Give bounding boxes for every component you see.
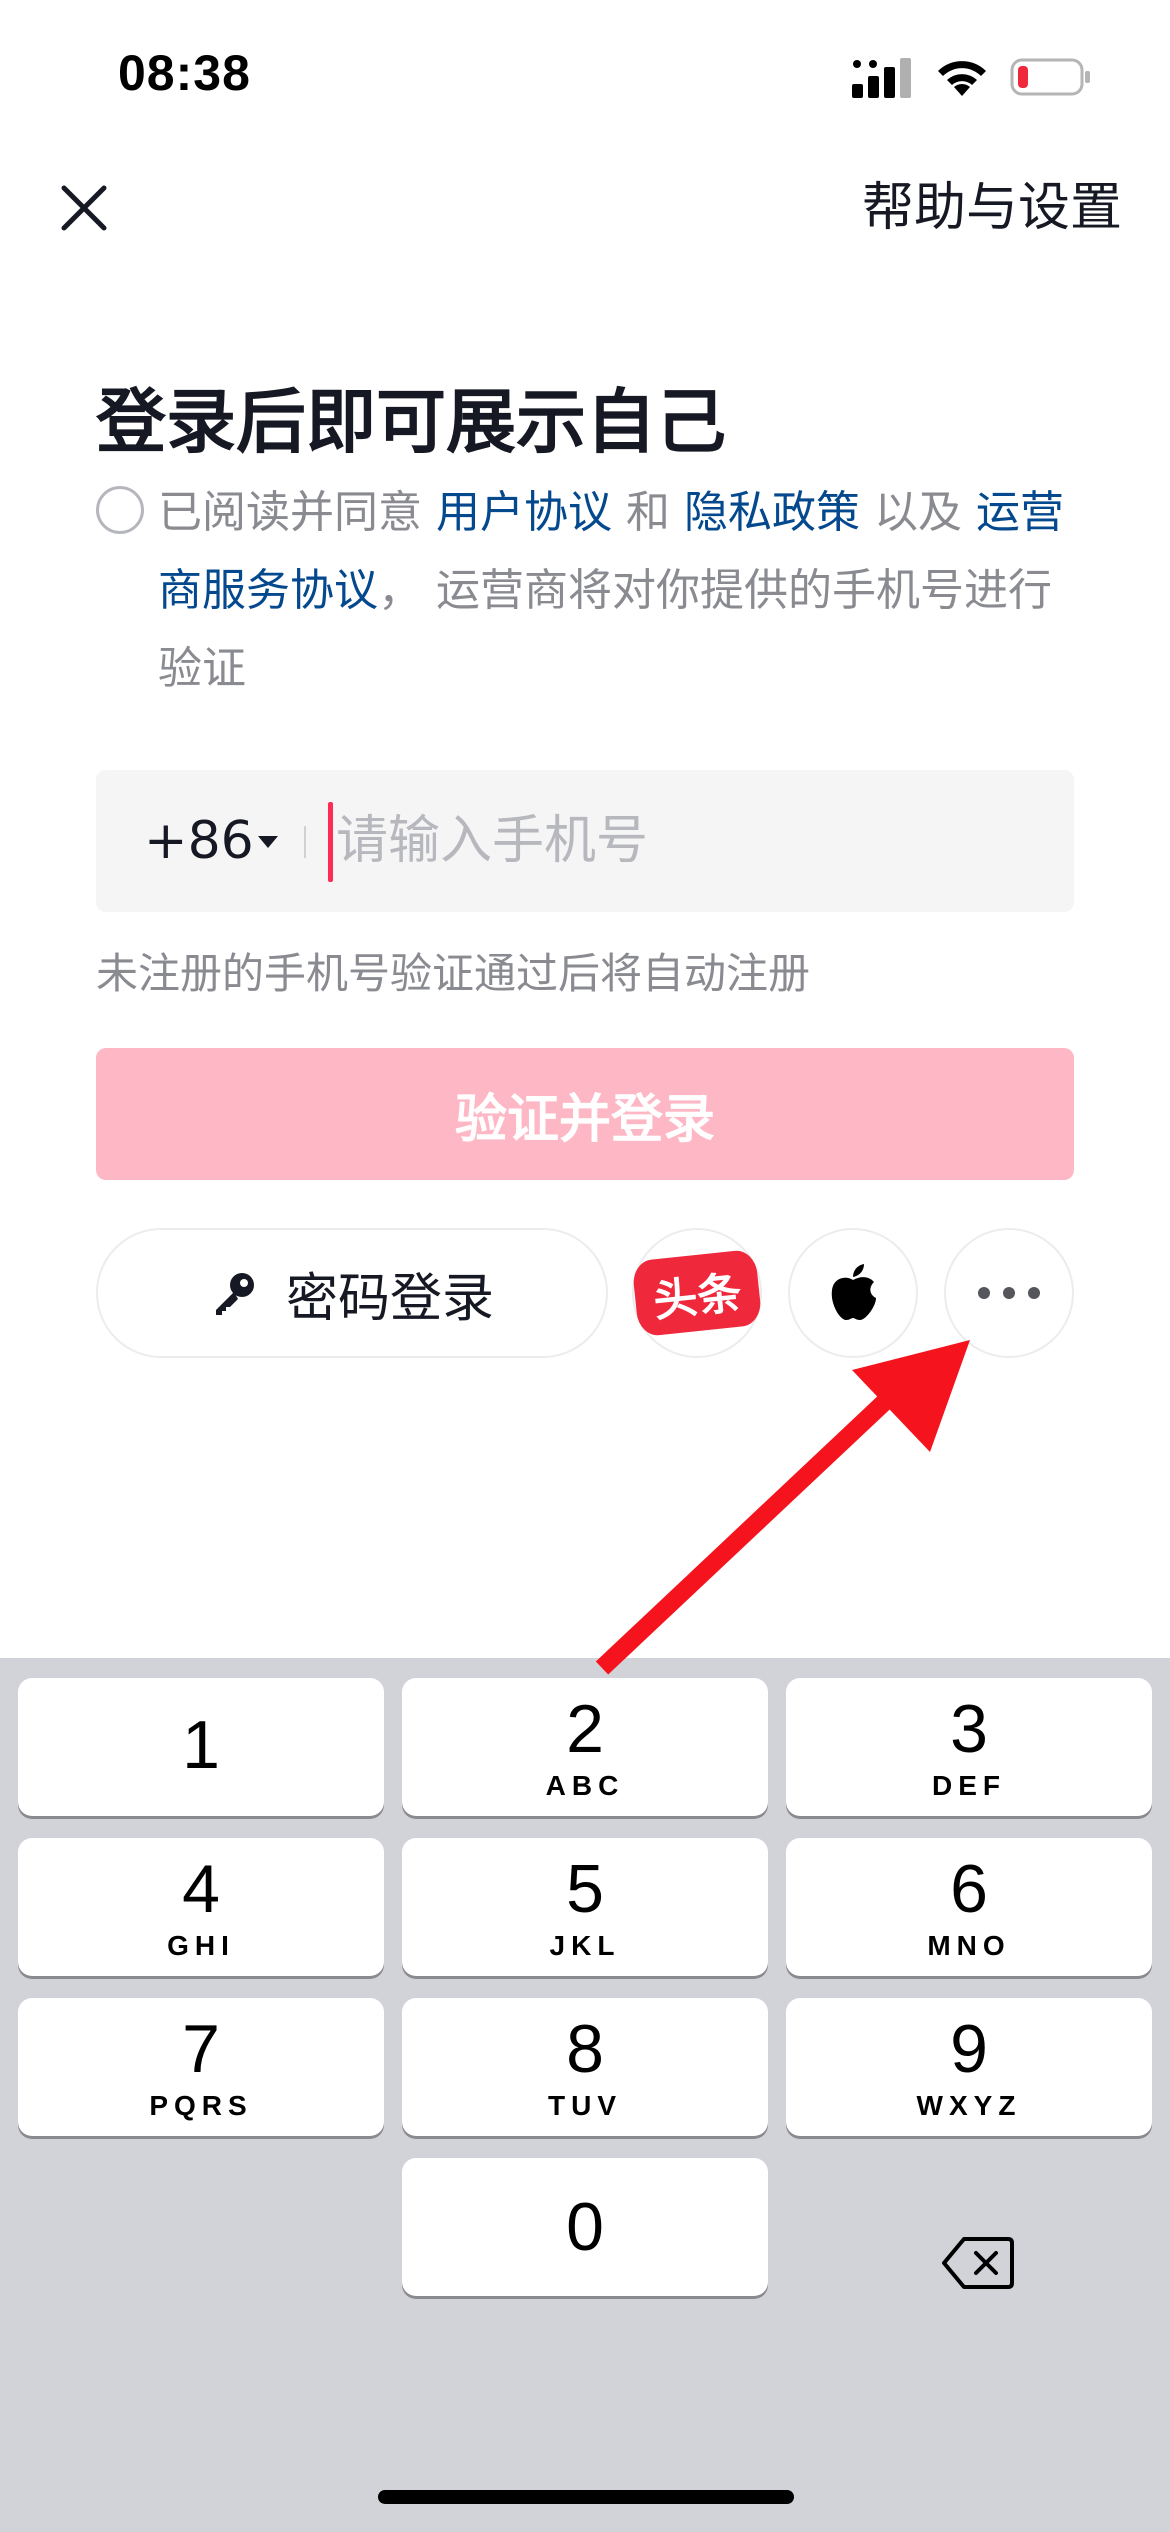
auto-register-hint: 未注册的手机号验证通过后将自动注册: [96, 949, 811, 998]
more-horizontal-icon: [978, 1287, 1040, 1299]
key-letters: PQRS: [149, 2090, 253, 2121]
key-digit: 7: [182, 2011, 220, 2087]
key-6[interactable]: 6 MNO: [786, 1838, 1152, 1976]
verify-and-login-button[interactable]: 验证并登录: [96, 1048, 1074, 1180]
login-screen: 08:38 帮助与设置 登录后即可展示自己 已阅读并同意 用户协议 和 隐私政策…: [0, 0, 1170, 2532]
key-3[interactable]: 3 DEF: [786, 1678, 1152, 1816]
backspace-icon: [942, 2237, 1014, 2289]
key-letters: MNO: [927, 1930, 1011, 1961]
apple-icon: [831, 1264, 876, 1320]
key-7[interactable]: 7 PQRS: [18, 1998, 384, 2136]
key-letters: ABC: [545, 1770, 625, 1801]
key-4[interactable]: 4 GHI: [18, 1838, 384, 1976]
more-login-options-button[interactable]: [944, 1228, 1074, 1358]
delete-key[interactable]: [900, 2194, 1056, 2332]
key-digit: 5: [566, 1851, 604, 1927]
agreement-checkbox[interactable]: [96, 486, 144, 534]
phone-number-input[interactable]: [336, 770, 1036, 912]
status-time: 08:38: [118, 45, 251, 101]
key-letters: TUV: [548, 2090, 622, 2121]
password-login-button[interactable]: 密码登录: [96, 1228, 608, 1358]
password-login-label: 密码登录: [285, 1268, 494, 1329]
key-letters: JKL: [549, 1930, 621, 1961]
key-digit: 1: [182, 1707, 220, 1783]
phone-input-box: +86: [96, 770, 1074, 912]
key-0[interactable]: 0: [402, 2158, 768, 2296]
battery-low-icon: [1010, 58, 1090, 96]
key-8[interactable]: 8 TUV: [402, 1998, 768, 2136]
key-digit: 6: [950, 1851, 988, 1927]
agreement-as-well-as: 以及: [859, 487, 976, 538]
status-bar: 08:38: [0, 0, 1170, 150]
key-9[interactable]: 9 WXYZ: [786, 1998, 1152, 2136]
key-digit: 8: [566, 2011, 604, 2087]
agreement-text: 已阅读并同意 用户协议 和 隐私政策 以及 运营商服务协议， 运营商将对你提供的…: [158, 474, 1076, 708]
key-1[interactable]: 1: [18, 1678, 384, 1816]
key-digit: 4: [182, 1851, 220, 1927]
key-5[interactable]: 5 JKL: [402, 1838, 768, 1976]
key-letters: WXYZ: [916, 2090, 1022, 2121]
key-digit: 9: [950, 2011, 988, 2087]
cellular-signal-icon: [852, 58, 911, 98]
key-icon: [215, 1273, 254, 1315]
divider: [304, 826, 306, 858]
agreement-prefix: 已阅读并同意: [158, 487, 436, 538]
key-letters: GHI: [167, 1930, 235, 1961]
agreement-and: 和: [612, 487, 684, 538]
key-digit: 2: [566, 1691, 604, 1767]
help-and-settings-link[interactable]: 帮助与设置: [862, 172, 1122, 244]
country-code-selector[interactable]: +86: [144, 770, 254, 912]
user-agreement-link[interactable]: 用户协议: [436, 487, 612, 538]
key-2[interactable]: 2 ABC: [402, 1678, 768, 1816]
apple-login-button[interactable]: [788, 1228, 918, 1358]
caret-down-icon[interactable]: [258, 836, 278, 848]
agreement-block: 已阅读并同意 用户协议 和 隐私政策 以及 运营商服务协议， 运营商将对你提供的…: [96, 474, 1076, 708]
text-cursor: [328, 802, 333, 882]
key-letters: DEF: [932, 1770, 1006, 1801]
key-digit: 0: [566, 2189, 604, 2265]
privacy-policy-link[interactable]: 隐私政策: [684, 487, 860, 538]
wifi-icon: [938, 61, 986, 96]
toutiao-login-button[interactable]: 头条: [631, 1228, 763, 1358]
toutiao-logo-icon: 头条: [631, 1248, 763, 1338]
close-icon: [61, 185, 107, 231]
page-title: 登录后即可展示自己: [96, 381, 726, 463]
numeric-keypad: 1 2 ABC 3 DEF 4 GHI 5 JKL 6 MNO 7 PQRS 8: [0, 1658, 1170, 2532]
key-digit: 3: [950, 1691, 988, 1767]
close-button[interactable]: [48, 172, 120, 244]
home-indicator: [378, 2490, 794, 2504]
